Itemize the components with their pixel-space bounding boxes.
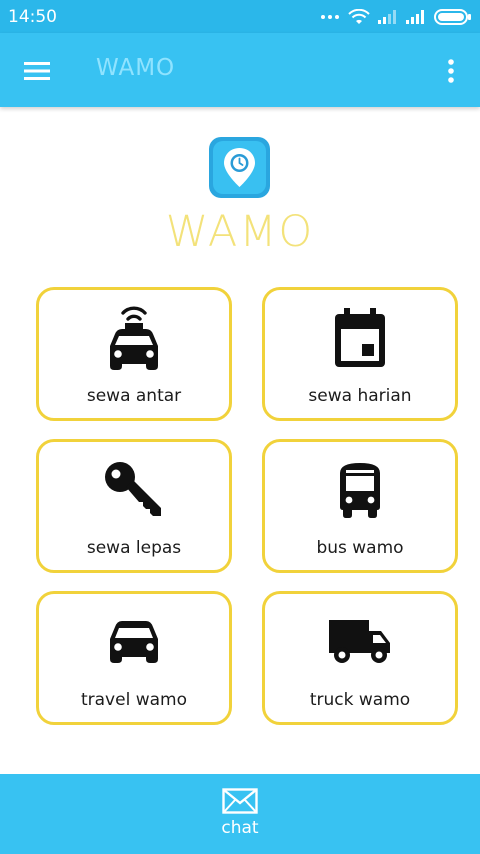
battery-icon — [434, 8, 471, 25]
status-time: 14:50 — [8, 6, 57, 27]
more-dots-icon — [321, 14, 339, 19]
more-vert-icon — [448, 59, 454, 83]
bus-icon — [340, 463, 380, 518]
calendar-icon — [335, 308, 385, 367]
chat-label: chat — [221, 818, 259, 838]
tile-sewa-harian[interactable]: sewa harian — [262, 287, 458, 421]
tile-label: sewa antar — [86, 386, 182, 406]
car-icon — [110, 621, 158, 663]
signal-1-icon — [378, 9, 396, 24]
menu-button[interactable] — [14, 51, 60, 91]
key-icon — [105, 462, 161, 516]
location-clock-logo-icon — [209, 137, 270, 198]
hamburger-menu-icon — [24, 62, 50, 80]
wifi-icon — [348, 8, 370, 24]
signal-2-icon — [406, 9, 424, 24]
overflow-menu-button[interactable] — [436, 51, 466, 91]
chat-button[interactable]: chat — [0, 774, 480, 854]
tile-label: sewa harian — [308, 386, 412, 406]
status-icons — [320, 8, 472, 25]
tile-bus-wamo[interactable]: bus wamo — [262, 439, 458, 573]
status-bar: 14:50 — [0, 0, 480, 33]
tile-truck-wamo[interactable]: truck wamo — [262, 591, 458, 725]
tile-sewa-lepas[interactable]: sewa lepas — [36, 439, 232, 573]
app-logo — [209, 137, 270, 198]
taxi-icon — [110, 306, 158, 370]
tile-label: bus wamo — [316, 538, 404, 558]
mail-icon — [222, 788, 258, 814]
tile-sewa-antar[interactable]: sewa antar — [36, 287, 232, 421]
tile-label: sewa lepas — [86, 538, 182, 558]
tile-label: travel wamo — [80, 690, 187, 710]
logo-title: WAMO — [165, 207, 315, 257]
truck-icon — [329, 620, 390, 663]
app-title: WAMO — [96, 55, 176, 81]
tile-label: truck wamo — [309, 690, 411, 710]
tile-travel-wamo[interactable]: travel wamo — [36, 591, 232, 725]
app-bar: WAMO — [0, 33, 480, 107]
